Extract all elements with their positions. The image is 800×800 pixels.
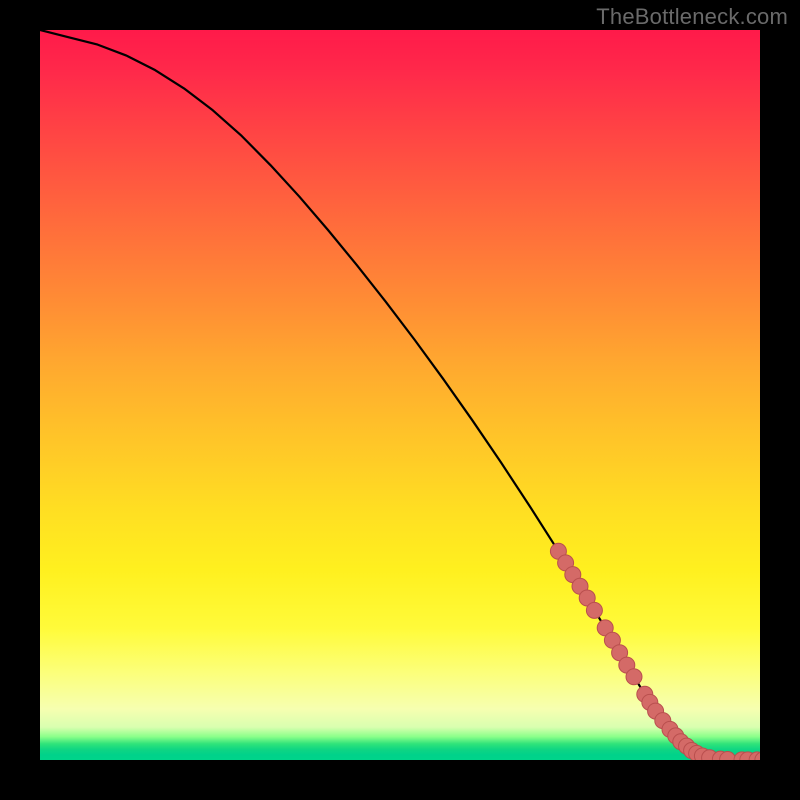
curve-svg [40, 30, 760, 760]
watermark-text: TheBottleneck.com [596, 4, 788, 30]
curve-markers [550, 543, 760, 760]
chart-frame: TheBottleneck.com [0, 0, 800, 800]
curve-marker [626, 669, 642, 685]
bottleneck-curve-line [40, 30, 760, 760]
plot-area [40, 30, 760, 760]
curve-marker [586, 602, 602, 618]
